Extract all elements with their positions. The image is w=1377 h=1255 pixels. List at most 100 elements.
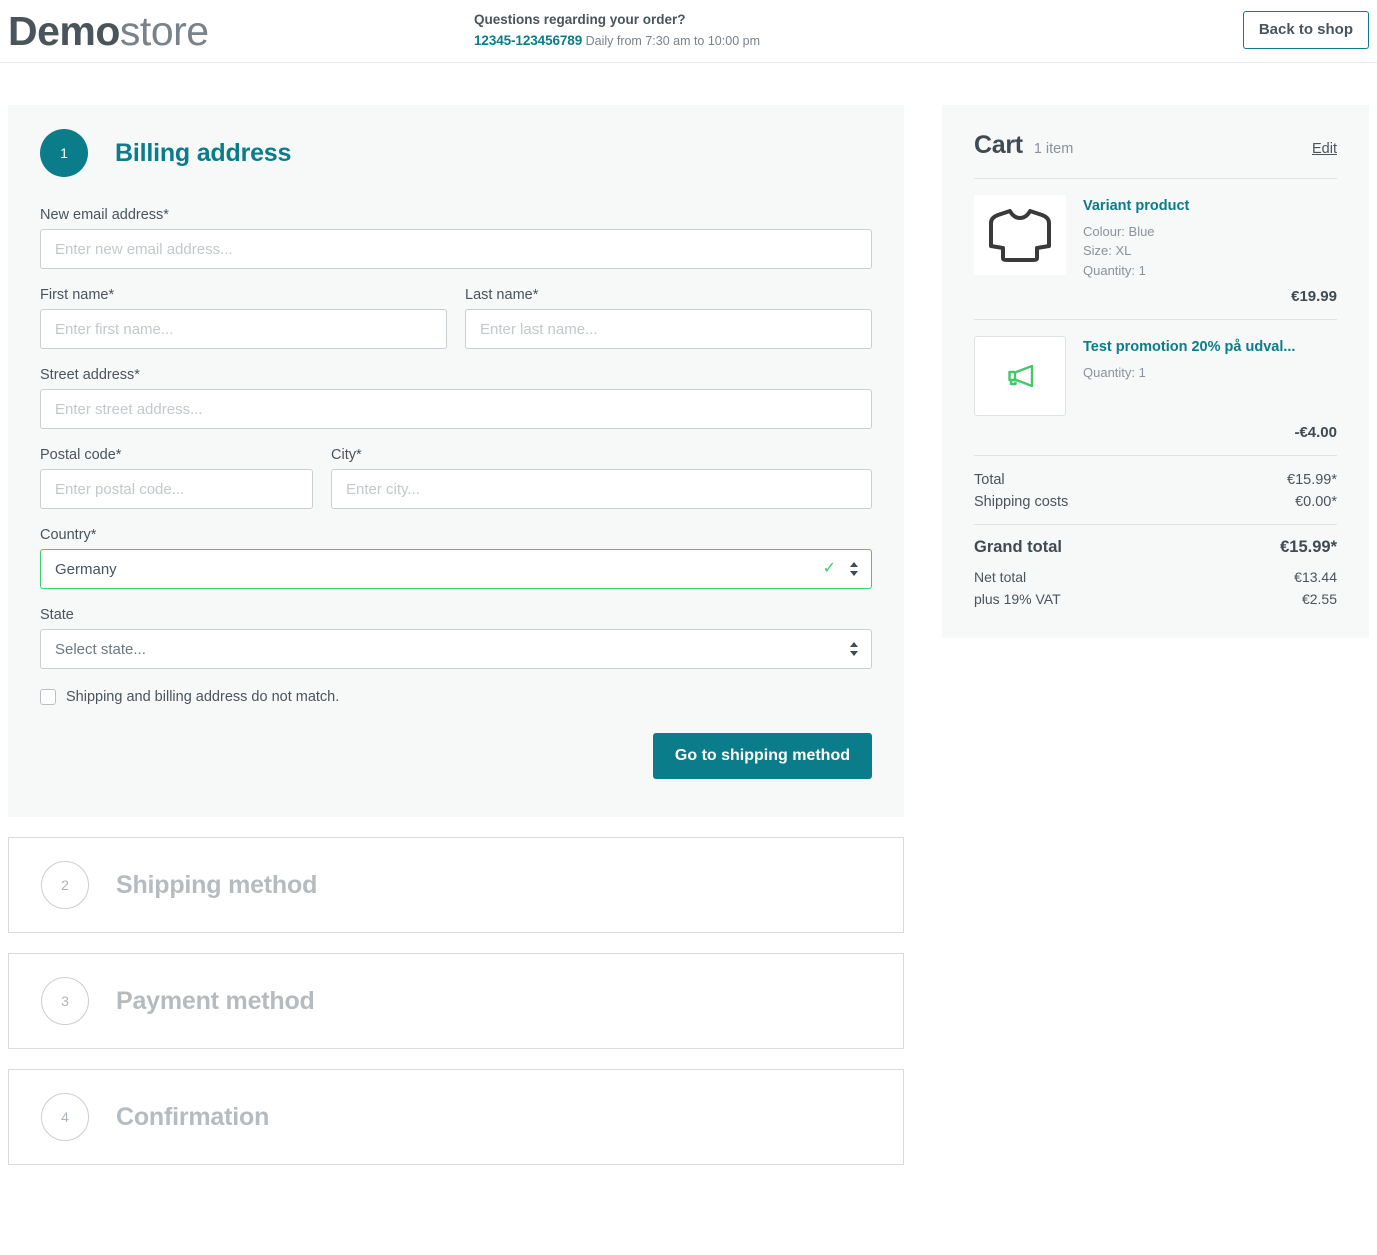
country-select-wrapper: Germany ✓ (40, 549, 872, 589)
go-to-shipping-method-button[interactable]: Go to shipping method (652, 733, 872, 779)
promotion-discount-amount: -€4.00 (1294, 424, 1337, 442)
shipping-differs-label[interactable]: Shipping and billing address do not matc… (66, 689, 339, 705)
vat-label: plus 19% VAT (974, 591, 1061, 608)
city-input[interactable] (331, 469, 872, 509)
site-logo[interactable]: Demostore (8, 6, 209, 56)
cart-line-item: Variant product Colour: Blue Size: XL Qu… (974, 179, 1337, 286)
field-postal-code: Postal code* (40, 447, 313, 509)
sweater-icon (989, 209, 1051, 262)
grand-total-value: €15.99* (1280, 538, 1337, 557)
net-total-row: Net total €13.44 (974, 566, 1337, 588)
last-name-input[interactable] (465, 309, 872, 349)
country-select[interactable]: Germany (40, 549, 872, 589)
row-name: First name* Last name* (40, 287, 872, 367)
cart-title: Cart (974, 131, 1023, 159)
shipping-costs-value: €0.00* (1295, 494, 1337, 511)
promotion-thumbnail (974, 336, 1066, 417)
cart-item-option-colour: Colour: Blue (1083, 223, 1155, 239)
label-state: State (40, 607, 74, 623)
shipping-differs-row: Shipping and billing address do not matc… (40, 689, 872, 705)
cart-line-item-body: Test promotion 20% på udval... Quantity:… (1083, 336, 1337, 416)
total-row: Total €15.99* (974, 469, 1337, 491)
product-thumbnail[interactable] (974, 195, 1066, 275)
cart-edit-link[interactable]: Edit (1312, 141, 1337, 157)
valid-check-icon: ✓ (822, 560, 836, 577)
field-email: New email address* (40, 207, 872, 269)
checkout-page: 1 Billing address New email address* Fir… (0, 63, 1377, 1165)
state-select[interactable]: Select state... (40, 629, 872, 669)
contact-question-text: Questions regarding your order? (474, 12, 686, 27)
cart-summary-column: Cart 1 item Edit Variant product Colour:… (942, 105, 1369, 639)
grand-total-row: Grand total €15.99* (974, 525, 1337, 566)
cart-totals: Total €15.99* Shipping costs €0.00* Gran… (974, 456, 1337, 610)
shipping-costs-row: Shipping costs €0.00* (974, 491, 1337, 513)
shipping-costs-label: Shipping costs (974, 494, 1069, 511)
logo-light-text: store (119, 8, 209, 54)
total-value: €15.99* (1287, 472, 1337, 489)
header-contact-block: Questions regarding your order? 12345-12… (474, 10, 760, 52)
back-to-shop-button[interactable]: Back to shop (1242, 11, 1369, 49)
step-number-badge-4: 4 (41, 1093, 89, 1141)
postal-code-input[interactable] (40, 469, 313, 509)
label-email: New email address* (40, 207, 169, 223)
net-total-label: Net total (974, 569, 1027, 586)
field-city: City* (331, 447, 872, 509)
cart-item-count: 1 item (1033, 141, 1074, 157)
contact-hours-text: Daily from 7:30 am to 10:00 pm (585, 33, 760, 48)
billing-address-form: New email address* First name* Last name… (40, 207, 872, 779)
step-number-badge-2: 2 (41, 861, 89, 909)
site-header: Demostore Questions regarding your order… (0, 0, 1377, 63)
cart-item-option-size: Size: XL (1083, 243, 1132, 259)
step-billing-address: 1 Billing address New email address* Fir… (8, 105, 904, 817)
first-name-input[interactable] (40, 309, 447, 349)
contact-details-line: 12345-123456789 Daily from 7:30 am to 10… (474, 31, 760, 52)
street-address-input[interactable] (40, 389, 872, 429)
net-total-value: €13.44 (1294, 569, 1337, 586)
step-shipping-method[interactable]: 2 Shipping method (8, 837, 904, 933)
step-number-badge-3: 3 (41, 977, 89, 1025)
label-street-address: Street address* (40, 367, 140, 383)
field-state: State Select state... (40, 607, 872, 669)
cart-item-price: €19.99 (1291, 288, 1337, 306)
label-city: City* (331, 447, 362, 463)
field-first-name: First name* (40, 287, 447, 349)
chevron-updown-icon (849, 562, 858, 576)
cart-item-name[interactable]: Variant product (1083, 197, 1337, 216)
cart-line-item-body: Variant product Colour: Blue Size: XL Qu… (1083, 195, 1337, 280)
state-select-wrapper: Select state... (40, 629, 872, 669)
label-country: Country* (40, 527, 97, 543)
label-last-name: Last name* (465, 287, 539, 303)
chevron-updown-icon (849, 642, 858, 656)
field-last-name: Last name* (465, 287, 872, 349)
cart-header: Cart 1 item Edit (974, 131, 1337, 160)
cart-line-item: Test promotion 20% på udval... Quantity:… (974, 320, 1337, 422)
shipping-differs-checkbox[interactable] (40, 689, 56, 705)
label-postal-code: Postal code* (40, 447, 122, 463)
grand-total-label: Grand total (974, 538, 1063, 557)
field-country: Country* Germany ✓ (40, 527, 872, 589)
step-number-badge-1: 1 (40, 129, 88, 177)
field-street-address: Street address* (40, 367, 872, 429)
step-title-payment-method: Payment method (116, 986, 315, 1015)
step-title-shipping-method: Shipping method (116, 870, 318, 899)
step-billing-address-header: 1 Billing address (40, 129, 872, 177)
promotion-quantity: Quantity: 1 (1083, 365, 1146, 381)
row-postal-city: Postal code* City* (40, 447, 872, 527)
cart-panel: Cart 1 item Edit Variant product Colour:… (942, 105, 1369, 639)
cart-item-quantity: Quantity: 1 (1083, 262, 1146, 278)
step-title-confirmation: Confirmation (116, 1102, 270, 1131)
promotion-name[interactable]: Test promotion 20% på udval... (1083, 338, 1337, 357)
vat-row: plus 19% VAT €2.55 (974, 588, 1337, 610)
step-title-billing-address: Billing address (115, 138, 292, 167)
billing-submit-row: Go to shipping method (40, 733, 872, 779)
label-first-name: First name* (40, 287, 115, 303)
contact-phone-number[interactable]: 12345-123456789 (474, 33, 582, 48)
email-input[interactable] (40, 229, 872, 269)
megaphone-icon (1008, 365, 1034, 388)
step-payment-method[interactable]: 3 Payment method (8, 953, 904, 1049)
checkout-columns: 1 Billing address New email address* Fir… (8, 63, 1369, 1165)
total-label: Total (974, 472, 1005, 489)
step-confirmation[interactable]: 4 Confirmation (8, 1069, 904, 1165)
vat-value: €2.55 (1301, 591, 1337, 608)
checkout-steps-column: 1 Billing address New email address* Fir… (8, 105, 904, 1165)
